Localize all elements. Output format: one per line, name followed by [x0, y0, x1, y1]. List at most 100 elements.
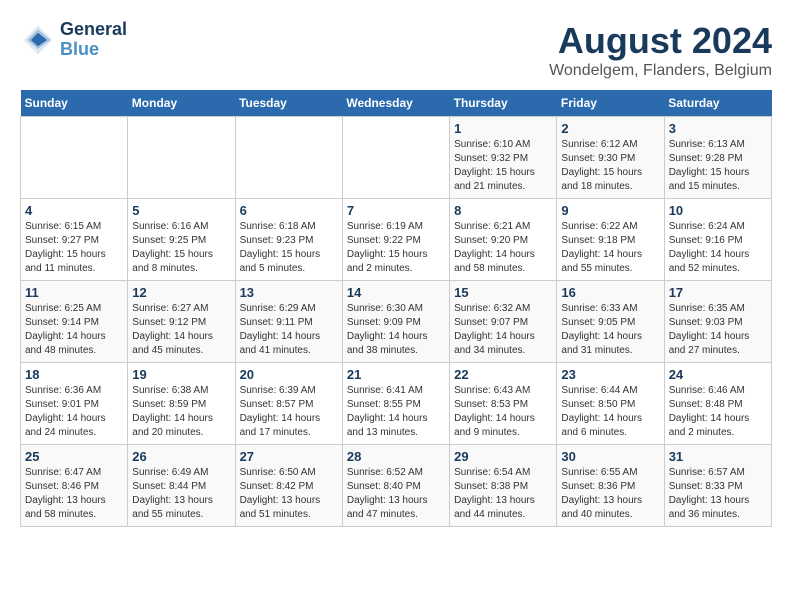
logo: General Blue: [20, 20, 127, 60]
main-title: August 2024: [549, 20, 772, 62]
day-number: 1: [454, 121, 552, 136]
day-info: Sunrise: 6:47 AM Sunset: 8:46 PM Dayligh…: [25, 466, 123, 522]
page-header: General Blue August 2024 Wondelgem, Flan…: [20, 20, 772, 80]
calendar-week-5: 25Sunrise: 6:47 AM Sunset: 8:46 PM Dayli…: [21, 445, 772, 527]
calendar-cell: 10 Sunrise: 6:24 AM Sunset: 9:16 PM Dayli…: [664, 199, 771, 281]
day-header-saturday: Saturday: [664, 90, 771, 117]
calendar-cell: 27 Sunrise: 6:50 AM Sunset: 8:42 PM Dayli…: [235, 445, 342, 527]
day-header-thursday: Thursday: [450, 90, 557, 117]
calendar-cell: 12Sunrise: 6:27 AM Sunset: 9:12 PM Dayli…: [128, 281, 235, 363]
day-number: 21: [347, 367, 445, 382]
calendar-week-1: 1 Sunrise: 6:10 AM Sunset: 9:32 PM Daylig…: [21, 117, 772, 199]
day-info: Sunrise: 6:49 AM Sunset: 8:44 PM Dayligh…: [132, 466, 230, 522]
day-header-sunday: Sunday: [21, 90, 128, 117]
calendar-cell: 5 Sunrise: 6:16 AM Sunset: 9:25 PM Daylig…: [128, 199, 235, 281]
calendar-cell: 26 Sunrise: 6:49 AM Sunset: 8:44 PM Dayli…: [128, 445, 235, 527]
day-info: Sunrise: 6:32 AM Sunset: 9:07 PM Dayligh…: [454, 302, 552, 358]
title-section: August 2024 Wondelgem, Flanders, Belgium: [549, 20, 772, 80]
calendar-week-2: 4 Sunrise: 6:15 AM Sunset: 9:27 PM Daylig…: [21, 199, 772, 281]
day-number: 24: [669, 367, 767, 382]
calendar-cell: 9Sunrise: 6:22 AM Sunset: 9:18 PM Daylig…: [557, 199, 664, 281]
logo-line1: General: [60, 20, 127, 40]
day-number: 31: [669, 449, 767, 464]
calendar-cell: 18 Sunrise: 6:36 AM Sunset: 9:01 PM Dayli…: [21, 363, 128, 445]
day-number: 22: [454, 367, 552, 382]
day-number: 9: [561, 203, 659, 218]
day-number: 29: [454, 449, 552, 464]
day-number: 13: [240, 285, 338, 300]
calendar-cell: 21 Sunrise: 6:41 AM Sunset: 8:55 PM Dayli…: [342, 363, 449, 445]
day-info: Sunrise: 6:43 AM Sunset: 8:53 PM Dayligh…: [454, 384, 552, 440]
calendar-cell: [128, 117, 235, 199]
day-info: Sunrise: 6:30 AM Sunset: 9:09 PM Dayligh…: [347, 302, 445, 358]
day-number: 2: [561, 121, 659, 136]
calendar-cell: 30 Sunrise: 6:55 AM Sunset: 8:36 PM Dayli…: [557, 445, 664, 527]
day-info: Sunrise: 6:38 AM Sunset: 8:59 PM Dayligh…: [132, 384, 230, 440]
day-number: 18: [25, 367, 123, 382]
days-of-week-row: SundayMondayTuesdayWednesdayThursdayFrid…: [21, 90, 772, 117]
day-info: Sunrise: 6:55 AM Sunset: 8:36 PM Dayligh…: [561, 466, 659, 522]
day-info: Sunrise: 6:33 AM Sunset: 9:05 PM Dayligh…: [561, 302, 659, 358]
day-number: 27: [240, 449, 338, 464]
calendar-cell: [342, 117, 449, 199]
day-number: 5: [132, 203, 230, 218]
calendar-header: SundayMondayTuesdayWednesdayThursdayFrid…: [21, 90, 772, 117]
day-info: Sunrise: 6:36 AM Sunset: 9:01 PM Dayligh…: [25, 384, 123, 440]
calendar-cell: 22 Sunrise: 6:43 AM Sunset: 8:53 PM Dayli…: [450, 363, 557, 445]
day-info: Sunrise: 6:10 AM Sunset: 9:32 PM Dayligh…: [454, 138, 552, 194]
calendar-cell: 14Sunrise: 6:30 AM Sunset: 9:09 PM Dayli…: [342, 281, 449, 363]
day-number: 7: [347, 203, 445, 218]
day-info: Sunrise: 6:21 AM Sunset: 9:20 PM Dayligh…: [454, 220, 552, 276]
day-info: Sunrise: 6:13 AM Sunset: 9:28 PM Dayligh…: [669, 138, 767, 194]
day-number: 3: [669, 121, 767, 136]
day-number: 20: [240, 367, 338, 382]
day-info: Sunrise: 6:39 AM Sunset: 8:57 PM Dayligh…: [240, 384, 338, 440]
calendar-table: SundayMondayTuesdayWednesdayThursdayFrid…: [20, 90, 772, 527]
calendar-cell: 24 Sunrise: 6:46 AM Sunset: 8:48 PM Dayli…: [664, 363, 771, 445]
calendar-cell: 13 Sunrise: 6:29 AM Sunset: 9:11 PM Dayli…: [235, 281, 342, 363]
calendar-body: 1 Sunrise: 6:10 AM Sunset: 9:32 PM Daylig…: [21, 117, 772, 527]
logo-text: General Blue: [60, 20, 127, 60]
day-info: Sunrise: 6:44 AM Sunset: 8:50 PM Dayligh…: [561, 384, 659, 440]
day-info: Sunrise: 6:50 AM Sunset: 8:42 PM Dayligh…: [240, 466, 338, 522]
day-number: 10: [669, 203, 767, 218]
calendar-cell: 6Sunrise: 6:18 AM Sunset: 9:23 PM Daylig…: [235, 199, 342, 281]
day-info: Sunrise: 6:19 AM Sunset: 9:22 PM Dayligh…: [347, 220, 445, 276]
day-number: 16: [561, 285, 659, 300]
calendar-cell: 20 Sunrise: 6:39 AM Sunset: 8:57 PM Dayli…: [235, 363, 342, 445]
day-number: 28: [347, 449, 445, 464]
day-number: 23: [561, 367, 659, 382]
day-info: Sunrise: 6:16 AM Sunset: 9:25 PM Dayligh…: [132, 220, 230, 276]
logo-line2: Blue: [60, 40, 127, 60]
calendar-cell: 19Sunrise: 6:38 AM Sunset: 8:59 PM Dayli…: [128, 363, 235, 445]
day-info: Sunrise: 6:57 AM Sunset: 8:33 PM Dayligh…: [669, 466, 767, 522]
day-number: 30: [561, 449, 659, 464]
day-info: Sunrise: 6:52 AM Sunset: 8:40 PM Dayligh…: [347, 466, 445, 522]
calendar-cell: 28 Sunrise: 6:52 AM Sunset: 8:40 PM Dayli…: [342, 445, 449, 527]
calendar-cell: 25Sunrise: 6:47 AM Sunset: 8:46 PM Dayli…: [21, 445, 128, 527]
calendar-cell: 17Sunrise: 6:35 AM Sunset: 9:03 PM Dayli…: [664, 281, 771, 363]
calendar-cell: 7 Sunrise: 6:19 AM Sunset: 9:22 PM Daylig…: [342, 199, 449, 281]
day-number: 15: [454, 285, 552, 300]
calendar-cell: 11Sunrise: 6:25 AM Sunset: 9:14 PM Dayli…: [21, 281, 128, 363]
calendar-cell: [235, 117, 342, 199]
day-info: Sunrise: 6:15 AM Sunset: 9:27 PM Dayligh…: [25, 220, 123, 276]
day-info: Sunrise: 6:27 AM Sunset: 9:12 PM Dayligh…: [132, 302, 230, 358]
calendar-cell: 4 Sunrise: 6:15 AM Sunset: 9:27 PM Daylig…: [21, 199, 128, 281]
calendar-week-3: 11Sunrise: 6:25 AM Sunset: 9:14 PM Dayli…: [21, 281, 772, 363]
day-header-monday: Monday: [128, 90, 235, 117]
day-info: Sunrise: 6:29 AM Sunset: 9:11 PM Dayligh…: [240, 302, 338, 358]
day-info: Sunrise: 6:41 AM Sunset: 8:55 PM Dayligh…: [347, 384, 445, 440]
calendar-cell: [21, 117, 128, 199]
day-info: Sunrise: 6:46 AM Sunset: 8:48 PM Dayligh…: [669, 384, 767, 440]
day-info: Sunrise: 6:24 AM Sunset: 9:16 PM Dayligh…: [669, 220, 767, 276]
calendar-cell: 1 Sunrise: 6:10 AM Sunset: 9:32 PM Daylig…: [450, 117, 557, 199]
day-number: 4: [25, 203, 123, 218]
day-header-friday: Friday: [557, 90, 664, 117]
calendar-cell: 3 Sunrise: 6:13 AM Sunset: 9:28 PM Daylig…: [664, 117, 771, 199]
calendar-cell: 2Sunrise: 6:12 AM Sunset: 9:30 PM Daylig…: [557, 117, 664, 199]
calendar-cell: 16 Sunrise: 6:33 AM Sunset: 9:05 PM Dayli…: [557, 281, 664, 363]
day-number: 26: [132, 449, 230, 464]
day-number: 6: [240, 203, 338, 218]
calendar-week-4: 18 Sunrise: 6:36 AM Sunset: 9:01 PM Dayli…: [21, 363, 772, 445]
